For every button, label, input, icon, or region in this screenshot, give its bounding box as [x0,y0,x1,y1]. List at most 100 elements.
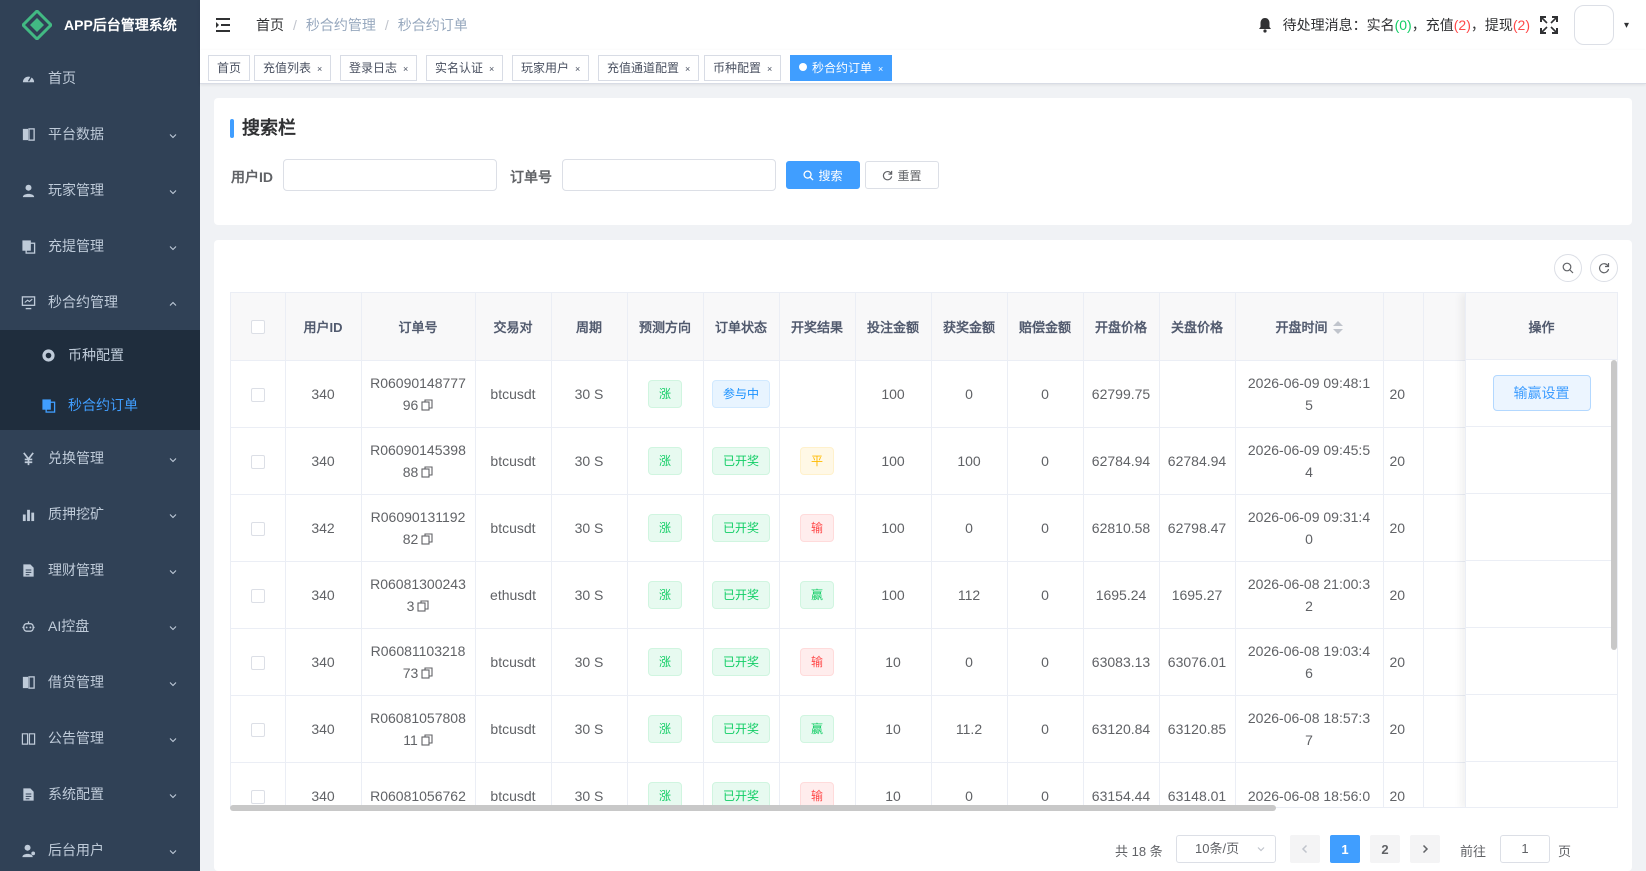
horizontal-scrollbar[interactable] [230,805,1276,811]
order-no-input[interactable] [562,159,776,191]
tag-4[interactable]: 玩家用户 × [512,55,590,81]
user-icon [20,182,36,198]
vertical-scrollbar[interactable] [1611,360,1617,650]
row-checkbox[interactable] [250,722,265,737]
period-cell: 30 S [551,561,628,629]
sidebar-item-1[interactable]: 平台数据 [0,106,200,162]
sidebar-item-4[interactable]: 秒合约管理 [0,274,200,330]
breadcrumb-home[interactable]: 首页 [256,15,284,35]
copy-icon[interactable] [421,666,433,679]
avatar[interactable] [1574,5,1614,45]
extra-value: 20 [1389,452,1406,469]
page-size-select[interactable]: 10条/页 [1176,835,1276,863]
pair-cell: btcusdt [475,695,552,763]
fullscreen-icon[interactable] [1540,16,1558,34]
sort-icon[interactable] [1332,321,1343,335]
win-amount: 0 [965,787,973,804]
copy-icon[interactable] [421,465,433,478]
order-no-part1: R06081300243 [370,575,466,592]
tag-0[interactable]: 首页 [208,55,251,81]
copy-icon[interactable] [421,733,433,746]
open-time-part2: 0 [1305,530,1313,547]
sidebar-item-6[interactable]: 质押挖矿 [0,486,200,542]
open-price: 62799.75 [1091,385,1151,402]
close-icon[interactable]: × [489,64,494,74]
page-1-button[interactable]: 1 [1330,835,1360,863]
table-row: 340 R06081300243 3 ethusdt 30 S 涨已开奖赢 100 112 0 1… [231,561,1576,629]
direction-cell: 涨 [627,762,704,807]
open-time-part1: 2026-06-09 09:45:5 [1247,441,1371,458]
open-time-part1: 2026-06-09 09:31:4 [1247,508,1371,525]
direction-badge: 涨 [647,580,682,609]
prev-page-button[interactable] [1290,835,1320,863]
next-page-button[interactable] [1410,835,1440,863]
goto-page-input[interactable]: 1 [1500,835,1550,863]
copy-icon[interactable] [421,398,433,411]
sidebar-item-8[interactable]: AI控盘 [0,598,200,654]
close-icon[interactable]: × [878,64,883,74]
tag-label: 登录日志 [349,61,398,75]
open-time-cell: 2026-06-08 21:00:3 2 [1235,561,1384,629]
fixed-action-column: 操作 输赢设置 [1465,293,1617,807]
page-2-button[interactable]: 2 [1370,835,1400,863]
win-loss-setting-button[interactable]: 输赢设置 [1492,375,1591,411]
tag-5[interactable]: 充值通道配置 × [598,55,700,81]
sidebar-item-10[interactable]: 公告管理 [0,710,200,766]
pending-notice[interactable]: 待处理消息：实名(0)，充值(2)，提现(2) [1283,15,1530,35]
sidebar-item-9[interactable]: 借贷管理 [0,654,200,710]
chevron-up-icon [168,296,178,306]
tag-3[interactable]: 实名认证 × [426,55,504,81]
close-icon[interactable]: × [317,64,322,74]
column-header[interactable]: 开盘时间 [1235,293,1384,361]
extra-value: 20 [1389,720,1406,737]
row-checkbox[interactable] [250,588,265,603]
sidebar-item-7[interactable]: 理财管理 [0,542,200,598]
open-time-part1: 2026-06-08 21:00:3 [1247,575,1371,592]
close-icon[interactable]: × [403,64,408,74]
page-size-value: 10条/页 [1195,841,1240,856]
column-header-label: 投注金额 [866,319,919,335]
select-all-checkbox[interactable] [250,320,265,335]
select-cell [231,628,286,696]
sidebar-item-12[interactable]: 后台用户 [0,822,200,871]
select-all-cell [231,293,286,361]
user-id-label: 用户ID [231,169,273,185]
user-id-input[interactable] [283,159,497,191]
row-checkbox[interactable] [250,521,265,536]
row-checkbox[interactable] [250,789,265,804]
sidebar-item-1[interactable]: 秒合约订单 [0,380,200,430]
sidebar-item-0[interactable]: 币种配置 [0,330,200,380]
logo[interactable]: APP后台管理系统 [0,0,200,50]
comp-amount: 0 [1041,586,1049,603]
period-cell: 30 S [551,427,628,495]
row-checkbox[interactable] [250,387,265,402]
tag-6[interactable]: 币种配置 × [704,55,782,81]
row-checkbox[interactable] [250,454,265,469]
bell-icon[interactable] [1257,17,1273,33]
toggle-search-button[interactable] [1554,254,1582,282]
copy-icon[interactable] [417,599,429,612]
sidebar-item-3[interactable]: 充提管理 [0,218,200,274]
row-checkbox[interactable] [250,655,265,670]
sidebar-item-0[interactable]: 首页 [0,50,200,106]
notice-realname-count: 0 [1399,17,1408,33]
sidebar-item-2[interactable]: 玩家管理 [0,162,200,218]
copy-icon [20,238,36,254]
tag-1[interactable]: 充值列表 × [254,55,332,81]
sidebar-item-11[interactable]: 系统配置 [0,766,200,822]
close-price: 63076.01 [1167,653,1227,670]
close-icon[interactable]: × [767,64,772,74]
refresh-table-button[interactable] [1590,254,1618,282]
tag-2[interactable]: 登录日志 × [340,55,418,81]
hamburger-icon[interactable] [216,17,232,33]
reset-button[interactable]: 重置 [865,161,939,189]
close-icon[interactable]: × [575,64,580,74]
chevron-down-icon[interactable]: ▾ [1624,20,1634,31]
search-button[interactable]: 搜索 [786,161,860,189]
pagination: 共 18 条 10条/页 1 2 前往 1 页 [214,835,1632,863]
tag-7[interactable]: 秒合约订单 × [790,55,893,81]
copy-icon[interactable] [421,532,433,545]
close-icon[interactable]: × [685,64,690,74]
user-id: 342 [311,519,335,536]
sidebar-item-5[interactable]: 兑换管理 [0,430,200,486]
